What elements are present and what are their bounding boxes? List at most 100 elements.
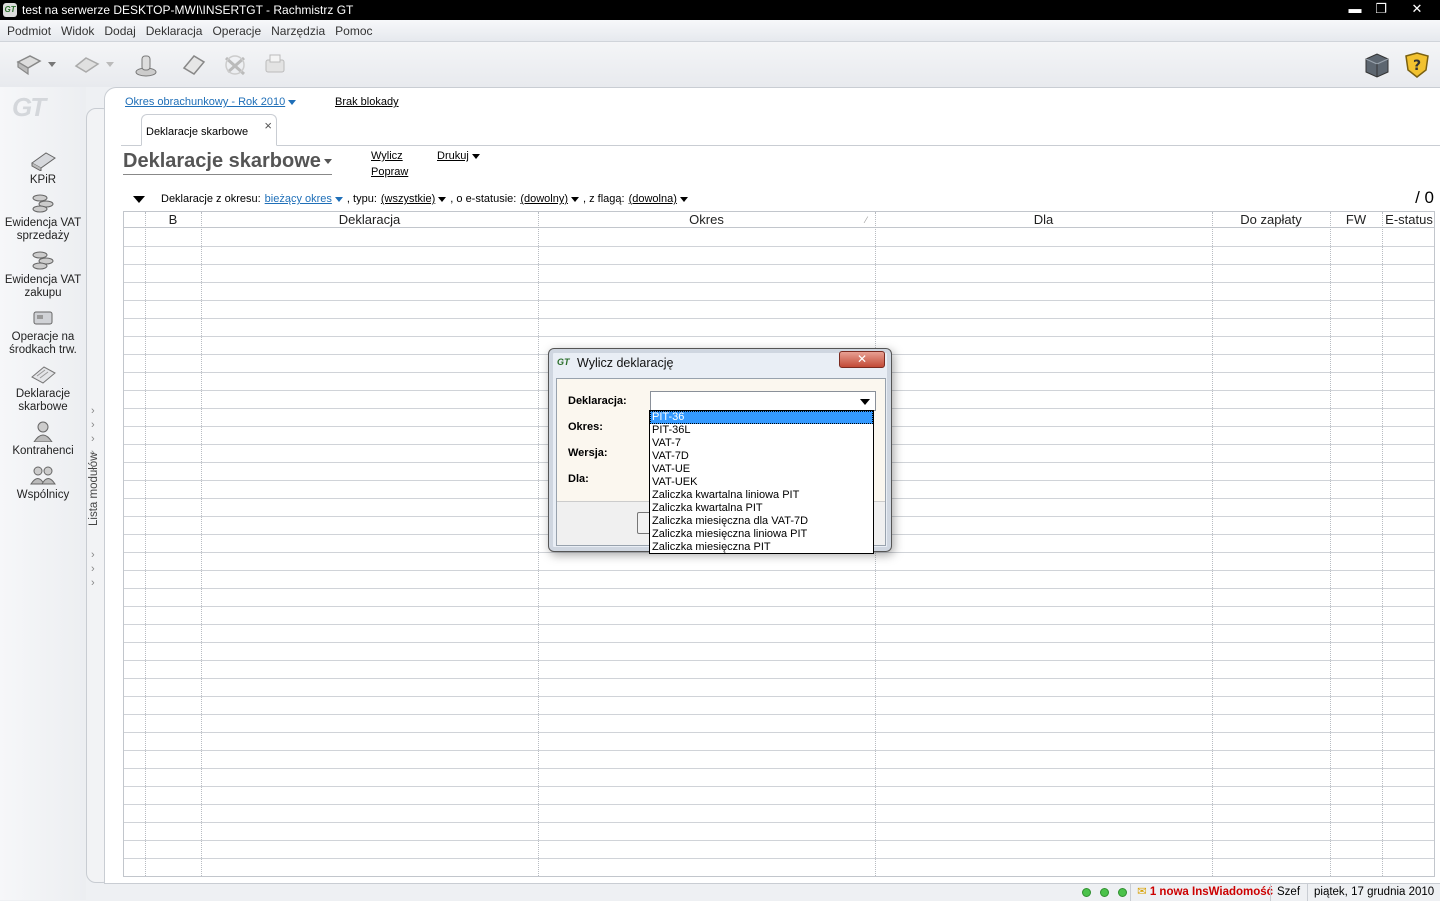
send-icon[interactable] xyxy=(72,50,102,80)
window-title: test na serwerze DESKTOP-MWI\INSERTGT - … xyxy=(22,3,354,17)
machine-icon xyxy=(33,311,53,325)
collapse-filter-icon[interactable] xyxy=(133,195,145,203)
dialog-close-button[interactable]: ✕ xyxy=(839,351,885,368)
lock-status[interactable]: Brak blokady xyxy=(335,96,399,108)
module-label: Wspólnicy xyxy=(16,489,70,501)
chevron-down-icon xyxy=(323,159,332,165)
module-panel: GT KPiR Ewidencja VAT sprzedaży Ewidencj… xyxy=(0,87,86,900)
period-label: Okres: xyxy=(568,421,603,433)
chevron-down-icon xyxy=(438,196,447,202)
dropdown-option-monthly-linear-pit[interactable]: Zaliczka miesięczna liniowa PIT xyxy=(650,528,873,541)
dropdown-option-vat-7[interactable]: VAT-7 xyxy=(650,437,873,450)
fix-button[interactable]: Popraw xyxy=(371,166,408,178)
chevron-down-icon xyxy=(471,153,480,159)
tab-bar: Deklaracje skarbowe × xyxy=(121,112,1440,146)
filter-bar: Deklaracje z okresu: bieżący okres , typ… xyxy=(133,193,692,205)
column-divider xyxy=(538,212,539,876)
menu-pomoc[interactable]: Pomoc xyxy=(330,24,377,38)
menu-operacje[interactable]: Operacje xyxy=(207,24,266,38)
dropdown-option-pit-36[interactable]: PIT-36 xyxy=(650,411,873,424)
module-fixed-assets[interactable]: Operacje na środkach trw. xyxy=(0,306,86,357)
chevron-down-icon xyxy=(288,99,297,105)
dropdown-option-vat-ue[interactable]: VAT-UE xyxy=(650,463,873,476)
dropdown-option-monthly-vat-7d[interactable]: Zaliczka miesięczna dla VAT-7D xyxy=(650,515,873,528)
column-header-to-pay[interactable]: Do zapłaty xyxy=(1212,212,1330,228)
filter-type-select[interactable]: (wszystkie) xyxy=(381,193,447,205)
send-dropdown-icon[interactable] xyxy=(106,62,114,67)
module-label: Operacje na środkach trw. xyxy=(9,331,77,356)
table-header: B Deklaracja Okres ⁄ Dla Do zapłaty FW E-… xyxy=(124,212,1434,228)
module-label: Deklaracje skarbowe xyxy=(15,388,71,413)
coins-icon xyxy=(32,251,54,270)
dropdown-option-monthly-pit[interactable]: Zaliczka miesięczna PIT xyxy=(650,541,873,554)
declaration-select[interactable] xyxy=(650,391,876,411)
filter-period-select[interactable]: bieżący okres xyxy=(265,193,343,205)
coins-icon xyxy=(32,194,54,213)
filter-status-select[interactable]: (dowolny) xyxy=(520,193,580,205)
column-header-for[interactable]: Dla xyxy=(875,212,1212,228)
module-vat-sales[interactable]: Ewidencja VAT sprzedaży xyxy=(0,192,86,243)
status-indicator-icon xyxy=(1118,888,1127,897)
menu-widok[interactable]: Widok xyxy=(56,24,99,38)
period-selector[interactable]: Okres obrachunkowy - Rok 2010 xyxy=(125,96,297,108)
messages-text: 1 nowa InsWiadomość xyxy=(1149,886,1274,898)
page-title[interactable]: Deklaracje skarbowe xyxy=(123,150,332,175)
tab-label: Deklaracje skarbowe xyxy=(146,126,249,138)
menu-deklaracja[interactable]: Deklaracja xyxy=(141,24,208,38)
module-kpir[interactable]: KPiR xyxy=(0,149,86,187)
record-count: / 0 xyxy=(1415,188,1434,207)
dropdown-option-pit-36l[interactable]: PIT-36L xyxy=(650,424,873,437)
cube-icon[interactable] xyxy=(1362,50,1392,80)
column-divider xyxy=(1212,212,1213,876)
status-bar: ✉ 1 nowa InsWiadomość Szef piątek, 17 gr… xyxy=(104,883,1440,901)
dropdown-option-vat-7d[interactable]: VAT-7D xyxy=(650,450,873,463)
column-header-fw[interactable]: FW xyxy=(1330,212,1382,228)
svg-text:?: ? xyxy=(1413,58,1421,74)
person-icon xyxy=(33,421,53,442)
status-indicator-icon xyxy=(1082,888,1091,897)
stamp-icon[interactable] xyxy=(131,50,161,80)
column-header-b[interactable]: B xyxy=(145,212,201,228)
print-icon[interactable] xyxy=(260,50,290,80)
version-label: Wersja: xyxy=(568,447,608,459)
eraser-icon[interactable] xyxy=(178,50,208,80)
column-header-period[interactable]: Okres ⁄ xyxy=(538,212,875,228)
menu-dodaj[interactable]: Dodaj xyxy=(99,24,140,38)
filter-flag-select[interactable]: (dowolna) xyxy=(629,193,688,205)
close-window-button[interactable]: ✕ xyxy=(1394,0,1440,20)
column-divider xyxy=(145,212,146,876)
print-menu-button[interactable]: Drukuj xyxy=(437,150,480,162)
tools-icon[interactable] xyxy=(220,50,250,80)
menu-narzedzia[interactable]: Narzędzia xyxy=(266,24,330,38)
calculate-button[interactable]: Wylicz xyxy=(371,150,403,162)
menu-podmiot[interactable]: Podmiot xyxy=(2,24,56,38)
minimize-button[interactable]: ▬ xyxy=(1342,0,1368,20)
module-label: KPiR xyxy=(29,174,57,186)
column-header-e-status[interactable]: E-status xyxy=(1382,212,1434,228)
for-label: Dla: xyxy=(568,473,589,485)
chevron-down-icon[interactable] xyxy=(860,399,870,405)
app-icon: GT xyxy=(3,3,17,17)
close-icon[interactable]: × xyxy=(264,118,272,133)
tab-tax-declarations[interactable]: Deklaracje skarbowe × xyxy=(141,114,277,146)
toolbar: ? xyxy=(0,42,1440,87)
help-shield-icon[interactable]: ? xyxy=(1402,50,1432,80)
module-vat-purchase[interactable]: Ewidencja VAT zakupu xyxy=(0,249,86,300)
declaration-dropdown-list[interactable]: PIT-36 PIT-36L VAT-7 VAT-7D VAT-UE VAT-U… xyxy=(649,410,874,554)
user-status: Szef xyxy=(1270,884,1306,901)
book-icon xyxy=(31,152,56,171)
dropdown-option-quarterly-linear-pit[interactable]: Zaliczka kwartalna liniowa PIT xyxy=(650,489,873,502)
open-icon[interactable] xyxy=(14,50,44,80)
open-dropdown-icon[interactable] xyxy=(48,62,56,67)
module-tax-declarations[interactable]: Deklaracje skarbowe xyxy=(0,363,86,414)
title-bar: GT test na serwerze DESKTOP-MWI\INSERTGT… xyxy=(0,0,1440,20)
module-contractors[interactable]: Kontrahenci xyxy=(0,420,86,458)
period-link[interactable]: Okres obrachunkowy - Rok 2010 xyxy=(125,96,285,108)
column-divider xyxy=(1330,212,1331,876)
messages-status[interactable]: ✉ 1 nowa InsWiadomość xyxy=(1130,884,1279,901)
dropdown-option-quarterly-pit[interactable]: Zaliczka kwartalna PIT xyxy=(650,502,873,515)
dropdown-option-vat-uek[interactable]: VAT-UEK xyxy=(650,476,873,489)
column-header-declaration[interactable]: Deklaracja xyxy=(201,212,538,228)
maximize-button[interactable]: ❐ xyxy=(1368,0,1394,20)
module-partners[interactable]: Wspólnicy xyxy=(0,464,86,502)
